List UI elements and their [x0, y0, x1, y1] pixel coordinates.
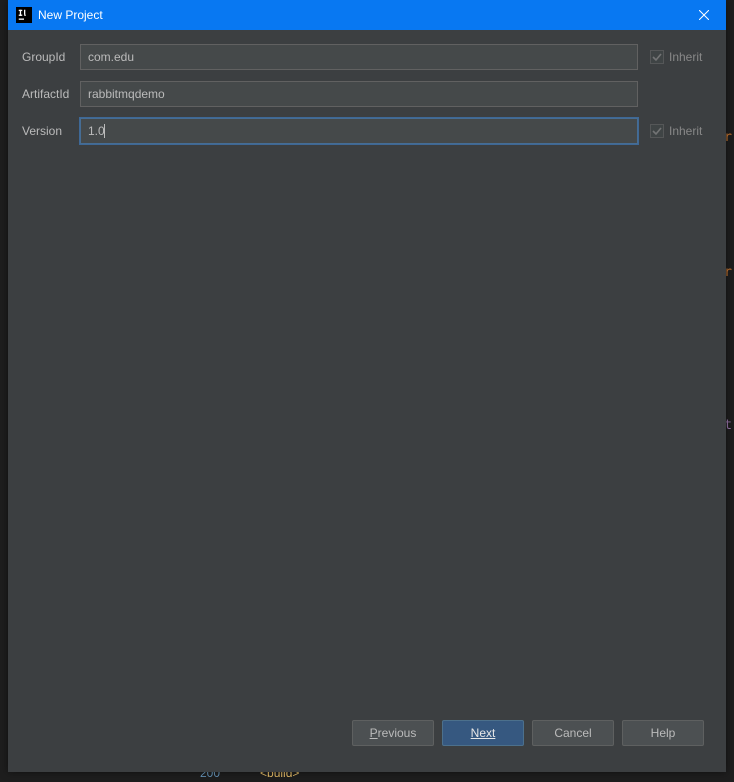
artifactid-input[interactable] — [80, 81, 638, 107]
artifactid-label: ArtifactId — [20, 87, 80, 101]
check-icon — [652, 126, 662, 136]
dialog-content: GroupId Inherit ArtifactId Version 1.0 I… — [8, 30, 726, 772]
text-caret — [104, 124, 105, 138]
groupid-inherit-checkbox[interactable] — [650, 50, 664, 64]
check-icon — [652, 52, 662, 62]
help-button[interactable]: Help — [622, 720, 704, 746]
inherit-label: Inherit — [669, 124, 702, 138]
dialog-title: New Project — [38, 8, 681, 22]
groupid-input[interactable] — [80, 44, 638, 70]
intellij-icon — [16, 7, 32, 23]
groupid-inherit: Inherit — [638, 50, 714, 64]
content-spacer — [20, 155, 714, 712]
close-icon — [699, 10, 709, 20]
version-row: Version 1.0 Inherit — [20, 118, 714, 144]
new-project-dialog: New Project GroupId Inherit ArtifactId V… — [8, 0, 726, 772]
cancel-button[interactable]: Cancel — [532, 720, 614, 746]
previous-button[interactable]: Previous — [352, 720, 434, 746]
next-button[interactable]: Next — [442, 720, 524, 746]
close-button[interactable] — [681, 0, 726, 30]
groupid-label: GroupId — [20, 50, 80, 64]
artifactid-row: ArtifactId — [20, 81, 714, 107]
next-label: Next — [471, 726, 496, 740]
version-input[interactable]: 1.0 — [80, 118, 638, 144]
inherit-label: Inherit — [669, 50, 702, 64]
groupid-row: GroupId Inherit — [20, 44, 714, 70]
dialog-button-bar: Previous Next Cancel Help — [20, 712, 714, 758]
version-inherit: Inherit — [638, 124, 714, 138]
titlebar[interactable]: New Project — [8, 0, 726, 30]
version-label: Version — [20, 124, 80, 138]
version-inherit-checkbox[interactable] — [650, 124, 664, 138]
version-value: 1.0 — [88, 124, 105, 138]
